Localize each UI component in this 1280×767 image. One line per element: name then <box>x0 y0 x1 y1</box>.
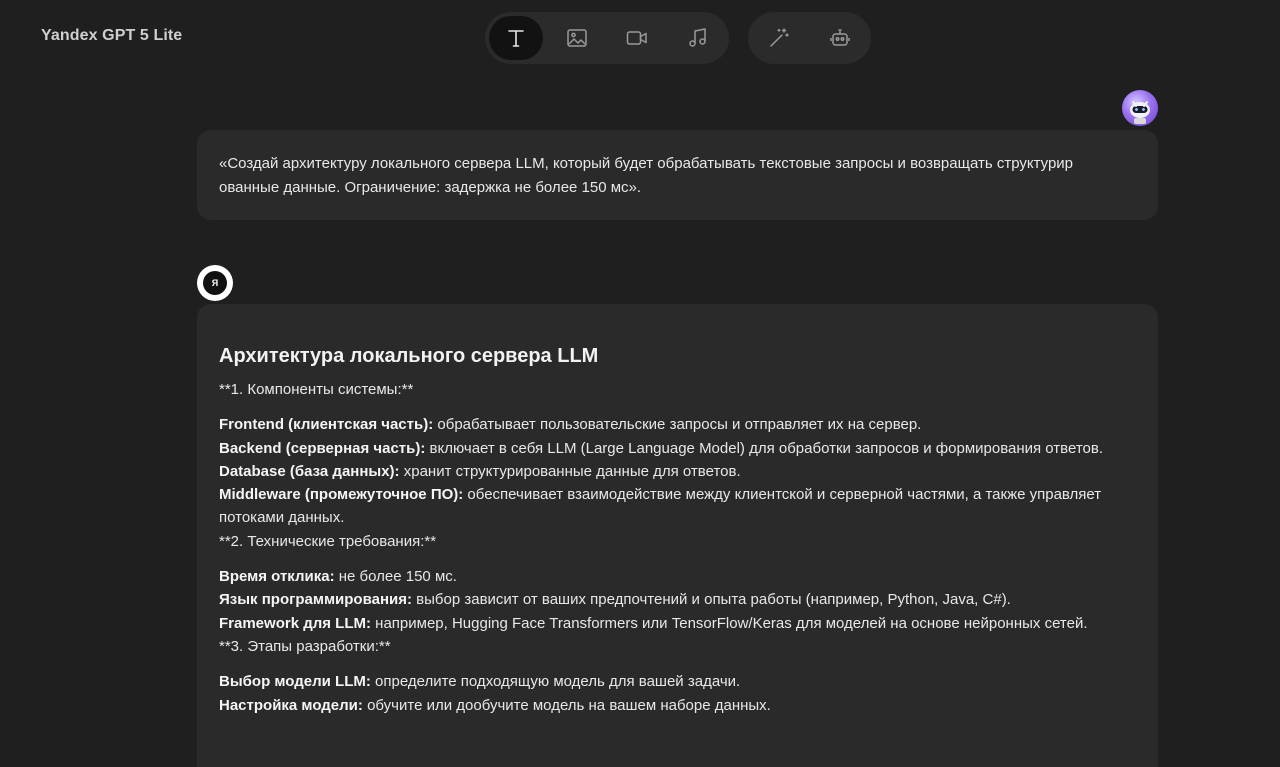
mode-selector-secondary <box>748 12 871 64</box>
robot-icon <box>830 29 850 46</box>
mode-selector-primary <box>485 12 729 64</box>
robot-avatar-icon <box>1130 101 1150 124</box>
agent-mode-button[interactable] <box>813 16 867 60</box>
assistant-message: Архитектура локального сервера LLM **1. … <box>197 304 1158 767</box>
section-heading-components: **1. Компоненты системы:** <box>219 381 414 398</box>
requirements-list: Время отклика: не более 150 мс. Язык про… <box>219 565 1136 635</box>
list-item: Выбор модели LLM: определите подходящую … <box>219 673 741 691</box>
text-mode-button[interactable] <box>489 16 543 60</box>
video-camera-icon <box>627 31 648 45</box>
yandex-logo-icon: Я <box>203 271 227 295</box>
music-mode-button[interactable] <box>671 16 725 60</box>
list-item: Язык программирования: выбор зависит от … <box>219 591 1011 609</box>
app-window: Yandex GPT 5 Lite «Создай архитектуру ло… <box>0 0 1280 767</box>
list-item: Middleware (промежуточное ПО): обеспечив… <box>219 486 1102 527</box>
user-avatar[interactable] <box>1122 90 1158 126</box>
assistant-avatar: Я <box>197 265 233 301</box>
list-item: Framework для LLM: например, Hugging Fac… <box>219 614 1088 632</box>
list-item: Backend (серверная часть): включает в се… <box>219 439 1104 457</box>
list-item: Database (база данных): хранит структури… <box>219 462 741 480</box>
user-message-text: «Создай архитектуру локального сервера L… <box>219 155 1074 196</box>
image-icon <box>566 29 587 47</box>
user-message: «Создай архитектуру локального сервера L… <box>197 130 1158 220</box>
list-item: Настройка модели: обучите или дообучите … <box>219 696 771 714</box>
stages-list: Выбор модели LLM: определите подходящую … <box>219 670 1136 717</box>
components-list: Frontend (клиентская часть): обрабатывае… <box>219 413 1136 529</box>
magic-mode-button[interactable] <box>752 16 806 60</box>
music-note-icon <box>689 28 706 47</box>
image-mode-button[interactable] <box>550 16 604 60</box>
list-item: Frontend (клиентская часть): обрабатывае… <box>219 416 922 434</box>
list-item: Время отклика: не более 150 мс. <box>219 568 457 586</box>
magic-wand-icon <box>770 28 789 47</box>
response-title: Архитектура локального сервера LLM <box>219 345 599 367</box>
section-heading-requirements: **2. Технические требования:** <box>219 532 437 550</box>
section-heading-stages: **3. Этапы разработки:** <box>219 637 391 655</box>
text-icon <box>508 30 524 47</box>
video-mode-button[interactable] <box>611 16 665 60</box>
app-title: Yandex GPT 5 Lite <box>41 27 183 44</box>
